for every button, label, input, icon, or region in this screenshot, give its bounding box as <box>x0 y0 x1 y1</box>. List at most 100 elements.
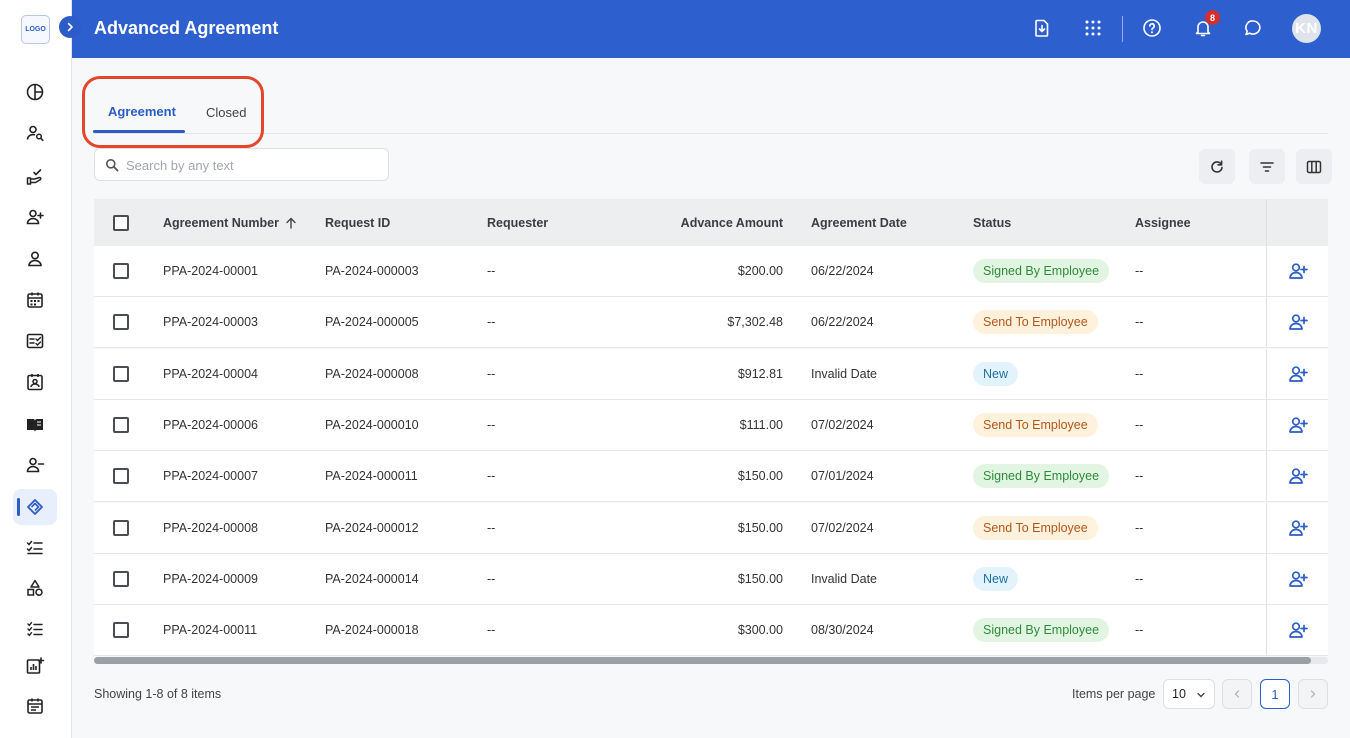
column-header-request-id[interactable]: Request ID <box>325 199 390 246</box>
assign-button[interactable] <box>1266 502 1328 553</box>
requester-cell: -- <box>487 469 496 484</box>
download-file-button[interactable] <box>1030 16 1054 40</box>
sidebar-item-person-remove[interactable] <box>13 447 57 483</box>
scrollbar-thumb[interactable] <box>94 657 1311 664</box>
next-page-button[interactable] <box>1298 679 1328 709</box>
page-number-button[interactable]: 1 <box>1260 679 1290 709</box>
sidebar-item-person-add[interactable] <box>13 199 57 235</box>
items-count-text: Showing 1-8 of 8 items <box>94 687 222 701</box>
search-input[interactable] <box>126 155 376 175</box>
sidebar-item-pie-chart[interactable] <box>13 74 57 110</box>
advance-amount-cell: $150.00 <box>737 520 783 535</box>
agreement-number-cell[interactable]: PPA-2024-00004 <box>163 349 258 399</box>
previous-page-button[interactable] <box>1222 679 1252 709</box>
sidebar-item-contact-badge[interactable] <box>13 364 57 400</box>
chat-button[interactable] <box>1241 16 1265 40</box>
row-checkbox[interactable] <box>113 314 129 331</box>
agreement-number-cell[interactable]: PPA-2024-00007 <box>163 451 258 501</box>
sidebar-item-analytics-add[interactable] <box>13 648 57 684</box>
table-row[interactable]: PPA-2024-00008 PA-2024-000012 -- $150.00 07/… <box>94 502 1328 554</box>
assign-button[interactable] <box>1266 553 1328 604</box>
table-row[interactable]: PPA-2024-00006 PA-2024-000010 -- $111.00 07/… <box>94 399 1328 451</box>
row-checkbox[interactable] <box>113 622 129 639</box>
advance-amount-cell: $300.00 <box>737 623 783 638</box>
select-all-checkbox[interactable] <box>113 214 129 231</box>
sidebar-item-hand-check[interactable] <box>13 159 57 195</box>
calendar-grid-icon <box>27 292 43 308</box>
sidebar-item-checklist-card[interactable] <box>13 323 57 359</box>
assign-person-icon <box>1288 468 1308 485</box>
table-row[interactable]: PPA-2024-00003 PA-2024-000005 -- $7,302.48 0… <box>94 297 1328 349</box>
assign-person-icon <box>1288 519 1308 536</box>
agreement-number-cell[interactable]: PPA-2024-00011 <box>163 605 257 655</box>
agreement-number-cell[interactable]: PPA-2024-00001 <box>163 246 258 296</box>
assign-button[interactable] <box>1266 451 1328 502</box>
assign-button[interactable] <box>1266 605 1328 656</box>
items-per-page-select[interactable]: 10 <box>1163 679 1215 709</box>
assignee-cell: -- <box>1135 417 1144 432</box>
help-button[interactable] <box>1140 16 1164 40</box>
refresh-button[interactable] <box>1199 149 1235 184</box>
table-row[interactable]: PPA-2024-00007 PA-2024-000011 -- $150.00 07/… <box>94 451 1328 503</box>
assign-person-icon <box>1288 417 1308 433</box>
sidebar-item-checklist[interactable] <box>13 611 57 647</box>
assign-button[interactable] <box>1266 399 1328 450</box>
assign-button[interactable] <box>1266 348 1328 399</box>
assignee-cell: -- <box>1135 315 1144 330</box>
column-header-advance-amount[interactable]: Advance Amount <box>681 199 783 246</box>
status-badge: New <box>973 566 1019 591</box>
sidebar-item-event-note[interactable] <box>13 688 57 724</box>
agreement-number-cell[interactable]: PPA-2024-00008 <box>163 503 258 553</box>
request-id-cell: PA-2024-000005 <box>325 315 419 330</box>
agreement-number-cell[interactable]: PPA-2024-00009 <box>163 554 258 604</box>
sidebar-item-book[interactable] <box>13 407 57 443</box>
column-header-status[interactable]: Status <box>973 199 1011 246</box>
request-id-cell: PA-2024-000008 <box>325 366 419 381</box>
sidebar-expand-button[interactable] <box>59 16 81 38</box>
column-header-agreement-number[interactable]: Agreement Number <box>163 199 298 246</box>
status-badge: Send To Employee <box>973 515 1098 540</box>
shapes-icon <box>27 579 43 596</box>
assign-button[interactable] <box>1266 297 1328 348</box>
row-checkbox[interactable] <box>113 519 129 536</box>
contact-badge-icon <box>27 374 43 391</box>
row-checkbox[interactable] <box>113 468 129 485</box>
columns-button[interactable] <box>1296 149 1332 184</box>
search-icon <box>106 159 119 172</box>
table-row[interactable]: PPA-2024-00001 PA-2024-000003 -- $200.00 06/… <box>94 246 1328 297</box>
row-checkbox[interactable] <box>113 263 129 279</box>
column-header-assignee[interactable]: Assignee <box>1135 199 1191 246</box>
user-avatar[interactable]: KN <box>1292 14 1321 43</box>
request-id-cell: PA-2024-000018 <box>325 623 419 638</box>
page-title: Advanced Agreement <box>94 18 279 38</box>
column-header-agreement-date[interactable]: Agreement Date <box>811 199 907 246</box>
sort-ascending-icon <box>286 217 296 229</box>
apps-button[interactable] <box>1081 16 1105 40</box>
advance-amount-cell: $912.81 <box>737 366 783 381</box>
column-header-requester[interactable]: Requester <box>487 199 548 246</box>
agreement-number-cell[interactable]: PPA-2024-00006 <box>163 400 258 450</box>
app-logo[interactable]: LOGO <box>21 15 50 44</box>
sidebar-item-handshake[interactable] <box>13 489 57 525</box>
row-checkbox[interactable] <box>113 416 129 433</box>
sidebar-item-person-search[interactable] <box>13 115 57 151</box>
chevron-down-icon <box>1197 692 1205 698</box>
pie-chart-icon <box>26 83 44 101</box>
sidebar-item-person[interactable] <box>13 241 57 277</box>
table-row[interactable]: PPA-2024-00009 PA-2024-000014 -- $150.00 Inv… <box>94 553 1328 605</box>
filter-button[interactable] <box>1249 149 1285 184</box>
sidebar-item-shapes[interactable] <box>13 570 57 606</box>
items-per-page-value: 10 <box>1172 687 1186 701</box>
notification-badge: 8 <box>1205 10 1220 25</box>
table-row[interactable]: PPA-2024-00004 PA-2024-000008 -- $912.81 Inv… <box>94 348 1328 400</box>
row-checkbox[interactable] <box>113 365 129 382</box>
chevron-right-icon <box>1310 690 1316 698</box>
table-row[interactable]: PPA-2024-00011 PA-2024-000018 -- $300.00 08/… <box>94 605 1328 657</box>
sidebar-item-calendar-grid[interactable] <box>13 282 57 318</box>
row-checkbox[interactable] <box>113 570 129 587</box>
status-badge: Send To Employee <box>973 310 1098 335</box>
sidebar-item-task-list[interactable] <box>13 529 57 565</box>
assign-button[interactable] <box>1266 246 1328 296</box>
agreement-number-cell[interactable]: PPA-2024-00003 <box>163 297 258 347</box>
horizontal-scrollbar[interactable] <box>94 657 1328 664</box>
